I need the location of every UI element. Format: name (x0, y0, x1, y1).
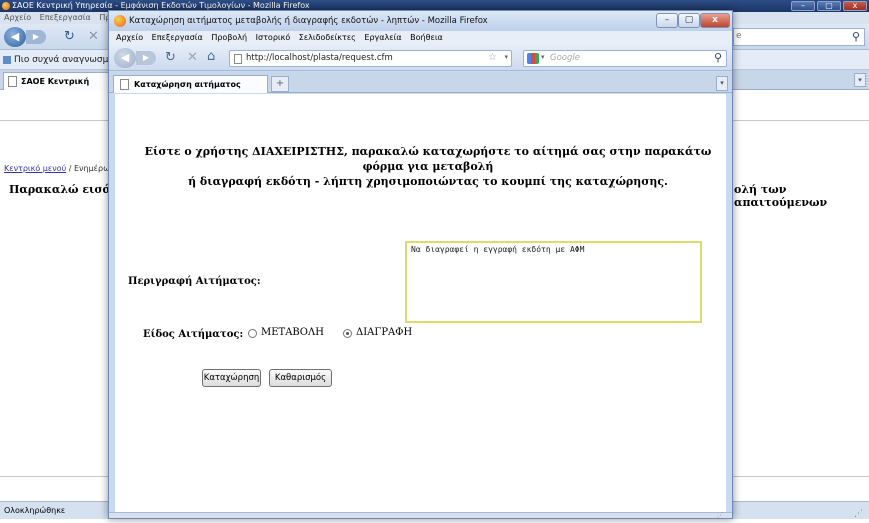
search-icon[interactable]: ⚲ (852, 30, 860, 43)
request-form-page: Είστε ο χρήστης ΔΙΑΧΕΙΡΙΣΤΗΣ, παρακαλώ κ… (115, 94, 728, 518)
page-icon (234, 54, 242, 64)
background-window-controls: – ▢ x (791, 1, 867, 11)
popup-window: Καταχώρηση αιτήματος μεταβολής ή διαγραφ… (108, 10, 733, 519)
bookmark-most-visited[interactable]: Πιο συχνά αναγνωσμέ... (14, 55, 122, 65)
background-tab[interactable]: ΣΑΟΕ Κεντρική Υπηρε (3, 72, 118, 103)
background-title: ΣΑΟΕ Κεντρική Υπηρεσία - Εμφάνιση Εκδοτώ… (12, 1, 310, 10)
description-textarea[interactable]: Να διαγραφεί η εγγραφή εκδότη με ΑΦΜ (405, 241, 702, 323)
popup-tab[interactable]: Καταχώρηση αιτήματος μεταβολ... (113, 75, 268, 106)
popup-menubar: Αρχείο Επεξεργασία Προβολή Ιστορικό Σελι… (109, 31, 732, 45)
form-heading: Είστε ο χρήστης ΔΙΑΧΕΙΡΙΣΤΗΣ, παρακαλώ κ… (128, 144, 728, 189)
menu-help[interactable]: Βοήθεια (410, 33, 443, 42)
back-button[interactable]: ◀ (114, 48, 136, 68)
page-icon (8, 76, 17, 87)
radio-delete[interactable] (343, 329, 352, 338)
google-icon[interactable] (527, 53, 539, 64)
menu-edit[interactable]: Επεξεργασία (152, 33, 203, 42)
menu-file[interactable]: Αρχείο (116, 33, 143, 42)
new-tab-button[interactable]: + (271, 76, 289, 92)
maximize-button[interactable]: ▢ (678, 13, 700, 28)
background-instruction-end: ολή των απαιτούμενων (734, 183, 828, 209)
description-label: Περιγραφή Αιτήματος: (128, 276, 261, 287)
back-button[interactable]: ◀ (4, 27, 26, 47)
firefox-icon (114, 15, 126, 27)
url-text: http://localhost/plasta/request.cfm (246, 53, 393, 63)
maximize-button[interactable]: ▢ (817, 1, 841, 11)
menu-edit[interactable]: Επεξεργασία (40, 13, 91, 22)
breadcrumb: Κεντρικό μενού / Ενημέρωση (4, 164, 120, 173)
popup-titlebar: Καταχώρηση αιτήματος μεταβολής ή διαγραφ… (109, 11, 732, 31)
menu-bookmarks[interactable]: Σελιδοδείκτες (299, 33, 356, 42)
stop-icon[interactable]: ✕ (88, 30, 99, 44)
url-bar[interactable]: http://localhost/plasta/request.cfm ☆ ▾ (229, 50, 512, 67)
reload-icon[interactable]: ↻ (165, 50, 176, 65)
radio-modify[interactable] (248, 329, 257, 338)
close-button[interactable]: x (700, 13, 730, 28)
url-text: e (736, 31, 742, 41)
reset-button[interactable]: Καθαρισμός (269, 369, 332, 387)
breadcrumb-separator: / (68, 164, 72, 173)
tab-list-dropdown[interactable]: ▾ (854, 73, 866, 87)
close-button[interactable]: x (843, 1, 867, 11)
background-url-bar[interactable]: e ⚲ (733, 28, 865, 46)
minimize-button[interactable]: – (791, 1, 815, 11)
menu-view[interactable]: Προβολή (211, 33, 247, 42)
chevron-down-icon[interactable]: ▾ (541, 53, 545, 61)
resize-grip-icon[interactable]: ⋰ (854, 506, 863, 523)
chevron-down-icon[interactable]: ▾ (504, 53, 508, 61)
menu-history[interactable]: Ιστορικό (256, 33, 291, 42)
bookmark-icon (3, 56, 11, 64)
radio-modify-label[interactable]: ΜΕΤΑΒΟΛΗ (261, 327, 324, 338)
reload-icon[interactable]: ↻ (64, 30, 75, 44)
breadcrumb-link-main-menu[interactable]: Κεντρικό μενού (4, 164, 66, 173)
popup-tab-strip: Καταχώρηση αιτήματος μεταβολ... + ▾ (109, 72, 732, 106)
firefox-icon (2, 2, 10, 10)
page-icon (120, 79, 129, 90)
minimize-button[interactable]: – (656, 13, 678, 28)
heading-line-1: Είστε ο χρήστης ΔΙΑΧΕΙΡΙΣΤΗΣ, παρακαλώ κ… (144, 145, 712, 173)
heading-line-2: ή διαγραφή εκδότη - λήπτη χρησιμοποιώντα… (188, 175, 668, 188)
home-icon[interactable]: ⌂ (207, 49, 215, 64)
radio-delete-label[interactable]: ΔΙΑΓΡΑΦΗ (356, 327, 412, 338)
request-type-label: Είδος Αιτήματος: (143, 329, 244, 340)
status-text: Ολοκληρώθηκε (4, 506, 66, 515)
search-icon[interactable]: ⚲ (714, 51, 722, 64)
stop-icon[interactable]: ✕ (187, 50, 198, 65)
forward-button[interactable]: ▶ (26, 30, 46, 44)
popup-navbar: ◀ ▶ ↻ ✕ ⌂ http://localhost/plasta/reques… (109, 45, 732, 71)
tab-list-dropdown[interactable]: ▾ (716, 76, 728, 91)
forward-button[interactable]: ▶ (136, 51, 156, 65)
popup-status-bar: ⋰ (109, 511, 732, 518)
resize-grip-icon[interactable]: ⋰ (717, 511, 724, 518)
star-icon[interactable]: ☆ (488, 52, 497, 63)
submit-button[interactable]: Καταχώρηση (202, 369, 261, 387)
menu-file[interactable]: Αρχείο (4, 13, 31, 22)
search-placeholder: Google (550, 53, 580, 63)
search-bar[interactable]: ▾ Google ⚲ (523, 50, 727, 67)
popup-title: Καταχώρηση αιτήματος μεταβολής ή διαγραφ… (129, 16, 488, 26)
menu-tools[interactable]: Εργαλεία (364, 33, 401, 42)
